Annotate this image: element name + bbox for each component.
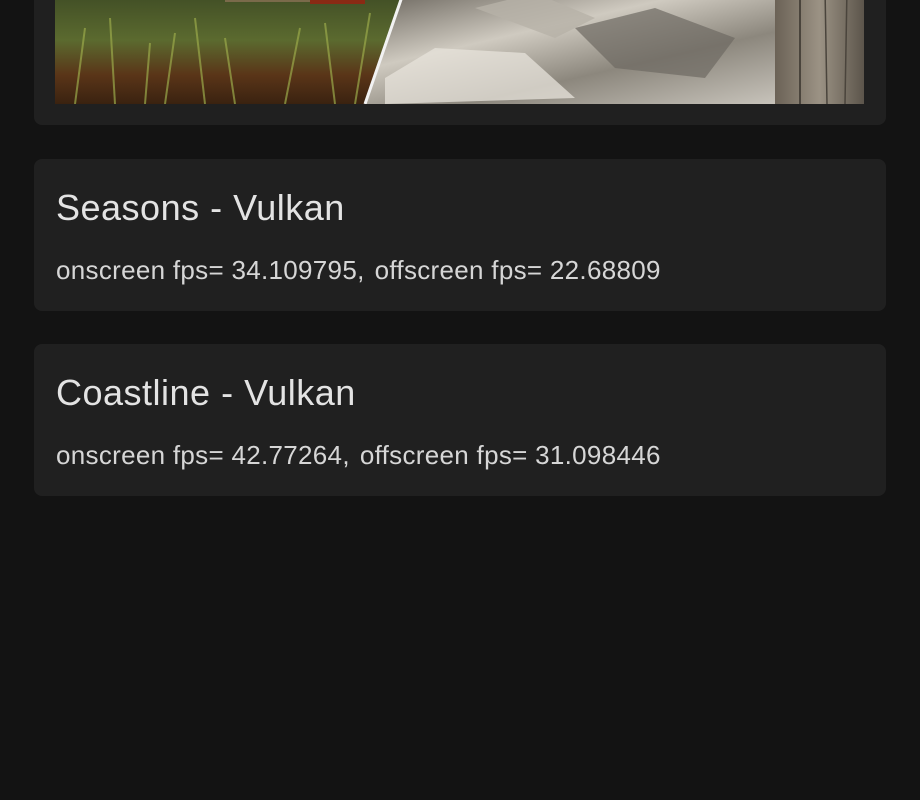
benchmark-title: Seasons - Vulkan bbox=[56, 187, 345, 228]
benchmark-fps-stats: onscreen fps= 34.109795, offscreen fps= 2… bbox=[56, 255, 661, 286]
benchmark-card-seasons[interactable]: Seasons - Vulkan onscreen fps= 34.109795… bbox=[34, 159, 886, 311]
benchmark-fps-stats: onscreen fps= 42.77264, offscreen fps= 31… bbox=[56, 440, 661, 471]
benchmark-results-screen: Seasons - Vulkan onscreen fps= 34.109795… bbox=[0, 0, 920, 800]
benchmark-title: Coastline - Vulkan bbox=[56, 372, 356, 413]
offscreen-fps: offscreen fps= 31.098446 bbox=[359, 440, 661, 470]
offscreen-fps: offscreen fps= 22.68809 bbox=[374, 255, 661, 285]
onscreen-fps: onscreen fps= 42.77264, bbox=[56, 440, 350, 470]
scene-preview-image bbox=[55, 0, 864, 104]
benchmark-card-coastline[interactable]: Coastline - Vulkan onscreen fps= 42.7726… bbox=[34, 344, 886, 496]
onscreen-fps: onscreen fps= 34.109795, bbox=[56, 255, 365, 285]
preview-card[interactable] bbox=[34, 0, 886, 125]
